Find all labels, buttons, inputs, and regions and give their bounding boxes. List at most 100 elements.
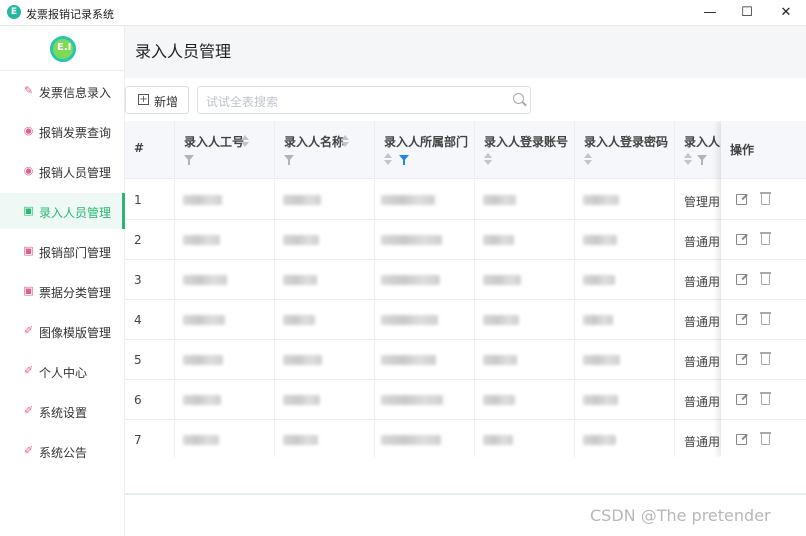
table-row[interactable]: 5 普通用… bbox=[125, 340, 806, 380]
redacted-value bbox=[381, 355, 436, 365]
table-row[interactable]: 6 普通用… bbox=[125, 380, 806, 420]
table-cell: 7 bbox=[125, 420, 175, 457]
redacted-value bbox=[183, 435, 219, 445]
sort-icon[interactable] bbox=[584, 153, 592, 165]
edit-icon[interactable] bbox=[736, 194, 747, 205]
delete-icon[interactable] bbox=[760, 192, 771, 205]
edit-icon[interactable] bbox=[736, 354, 747, 365]
table-cell: 6 bbox=[125, 380, 175, 420]
table-row[interactable]: 2 普通用… bbox=[125, 220, 806, 260]
sidebar-item-4[interactable]: ▣ 录入人员管理 bbox=[0, 193, 125, 229]
delete-icon[interactable] bbox=[760, 432, 771, 445]
redacted-value bbox=[283, 395, 320, 405]
people-icon: ◉ bbox=[23, 164, 34, 177]
sidebar-item-label: 录入人员管理 bbox=[39, 206, 112, 220]
redacted-value bbox=[483, 395, 515, 405]
add-button[interactable]: + 新增 bbox=[125, 86, 189, 114]
table-row[interactable]: 1 管理用… bbox=[125, 180, 806, 220]
redacted-value bbox=[283, 235, 319, 245]
table-row[interactable]: 3 普通用… bbox=[125, 260, 806, 300]
search-input[interactable]: 试试全表搜索 bbox=[197, 86, 531, 114]
sidebar-item-9[interactable]: ✐ 系统设置 bbox=[0, 393, 125, 429]
redacted-value bbox=[283, 355, 322, 365]
table-cell bbox=[575, 340, 675, 380]
sidebar-divider bbox=[0, 70, 125, 71]
redacted-value bbox=[483, 235, 514, 245]
maximize-button[interactable]: ☐ bbox=[727, 0, 767, 26]
table-cell bbox=[275, 300, 375, 340]
table-row[interactable]: 4 普通用… bbox=[125, 300, 806, 340]
operations-header: 操作 bbox=[721, 121, 806, 179]
table-cell: 3 bbox=[125, 260, 175, 300]
sort-icon[interactable] bbox=[341, 135, 349, 147]
edit-icon[interactable] bbox=[736, 434, 747, 445]
sidebar-item-label: 报销部门管理 bbox=[39, 246, 112, 260]
table-cell bbox=[575, 260, 675, 300]
edit-icon[interactable] bbox=[736, 274, 747, 285]
watermark: CSDN @The pretender bbox=[590, 506, 771, 525]
delete-icon[interactable] bbox=[760, 392, 771, 405]
sort-icon[interactable] bbox=[684, 153, 692, 165]
row-index: 3 bbox=[134, 273, 142, 287]
table-cell bbox=[475, 260, 575, 300]
table-cell bbox=[475, 180, 575, 220]
table-cell bbox=[375, 300, 475, 340]
sidebar-item-10[interactable]: ✐ 系统公告 bbox=[0, 433, 125, 469]
minimize-button[interactable]: — bbox=[690, 0, 730, 26]
redacted-value bbox=[483, 315, 519, 325]
column-header-4[interactable]: 录入人登录账号 bbox=[475, 121, 575, 179]
sidebar-item-7[interactable]: ✐ 图像模版管理 bbox=[0, 313, 125, 349]
sidebar-item-1[interactable]: ✎ 发票信息录入 bbox=[0, 73, 125, 109]
table-cell bbox=[275, 220, 375, 260]
table-cell bbox=[275, 340, 375, 380]
sidebar-item-8[interactable]: ✐ 个人中心 bbox=[0, 353, 125, 389]
table-cell: 5 bbox=[125, 340, 175, 380]
column-header-2[interactable]: 录入人名称 bbox=[275, 121, 375, 179]
sidebar-item-label: 系统设置 bbox=[39, 406, 88, 420]
table-cell bbox=[275, 420, 375, 457]
sidebar-item-6[interactable]: ▣ 票据分类管理 bbox=[0, 273, 125, 309]
edit-icon[interactable] bbox=[736, 234, 747, 245]
operations-cell bbox=[721, 260, 806, 300]
filter-icon[interactable] bbox=[184, 155, 194, 165]
delete-icon[interactable] bbox=[760, 312, 771, 325]
sort-icon[interactable] bbox=[384, 153, 392, 165]
table-cell bbox=[175, 420, 275, 457]
delete-icon[interactable] bbox=[760, 352, 771, 365]
sort-icon[interactable] bbox=[484, 153, 492, 165]
column-header-3[interactable]: 录入人所属部门 bbox=[375, 121, 475, 179]
add-button-label: 新增 bbox=[154, 95, 179, 109]
delete-icon[interactable] bbox=[760, 232, 771, 245]
horizontal-scrollbar[interactable] bbox=[125, 493, 806, 495]
redacted-value bbox=[283, 435, 318, 445]
edit-icon[interactable] bbox=[736, 394, 747, 405]
filter-icon[interactable] bbox=[284, 155, 294, 165]
redacted-value bbox=[183, 235, 220, 245]
plus-square-icon: + bbox=[138, 94, 149, 105]
sidebar-item-2[interactable]: ◉ 报销发票查询 bbox=[0, 113, 125, 149]
sidebar-item-5[interactable]: ▣ 报销部门管理 bbox=[0, 233, 125, 269]
operations-cell bbox=[721, 340, 806, 380]
column-header-5[interactable]: 录入人登录密码 bbox=[575, 121, 675, 179]
table-cell bbox=[475, 420, 575, 457]
sidebar-item-3[interactable]: ◉ 报销人员管理 bbox=[0, 153, 125, 189]
search-icon[interactable] bbox=[513, 93, 524, 104]
edit-icon[interactable] bbox=[736, 314, 747, 325]
redacted-value bbox=[381, 275, 440, 285]
redacted-value bbox=[381, 395, 443, 405]
column-header-0: # bbox=[125, 121, 175, 179]
table-cell bbox=[175, 380, 275, 420]
table-cell bbox=[175, 260, 275, 300]
sort-icon[interactable] bbox=[241, 135, 249, 147]
delete-icon[interactable] bbox=[760, 272, 771, 285]
redacted-value bbox=[183, 315, 225, 325]
redacted-value bbox=[381, 195, 435, 205]
filter-icon[interactable] bbox=[399, 155, 409, 165]
title-bar: E 发票报销记录系统 — ☐ ✕ bbox=[0, 0, 806, 26]
operations-cell bbox=[721, 220, 806, 260]
filter-icon[interactable] bbox=[697, 155, 707, 165]
table-row[interactable]: 7 普通用… bbox=[125, 420, 806, 457]
invoice-icon: ✎ bbox=[23, 84, 34, 97]
column-header-1[interactable]: 录入人工号 bbox=[175, 121, 275, 179]
close-button[interactable]: ✕ bbox=[766, 0, 806, 26]
